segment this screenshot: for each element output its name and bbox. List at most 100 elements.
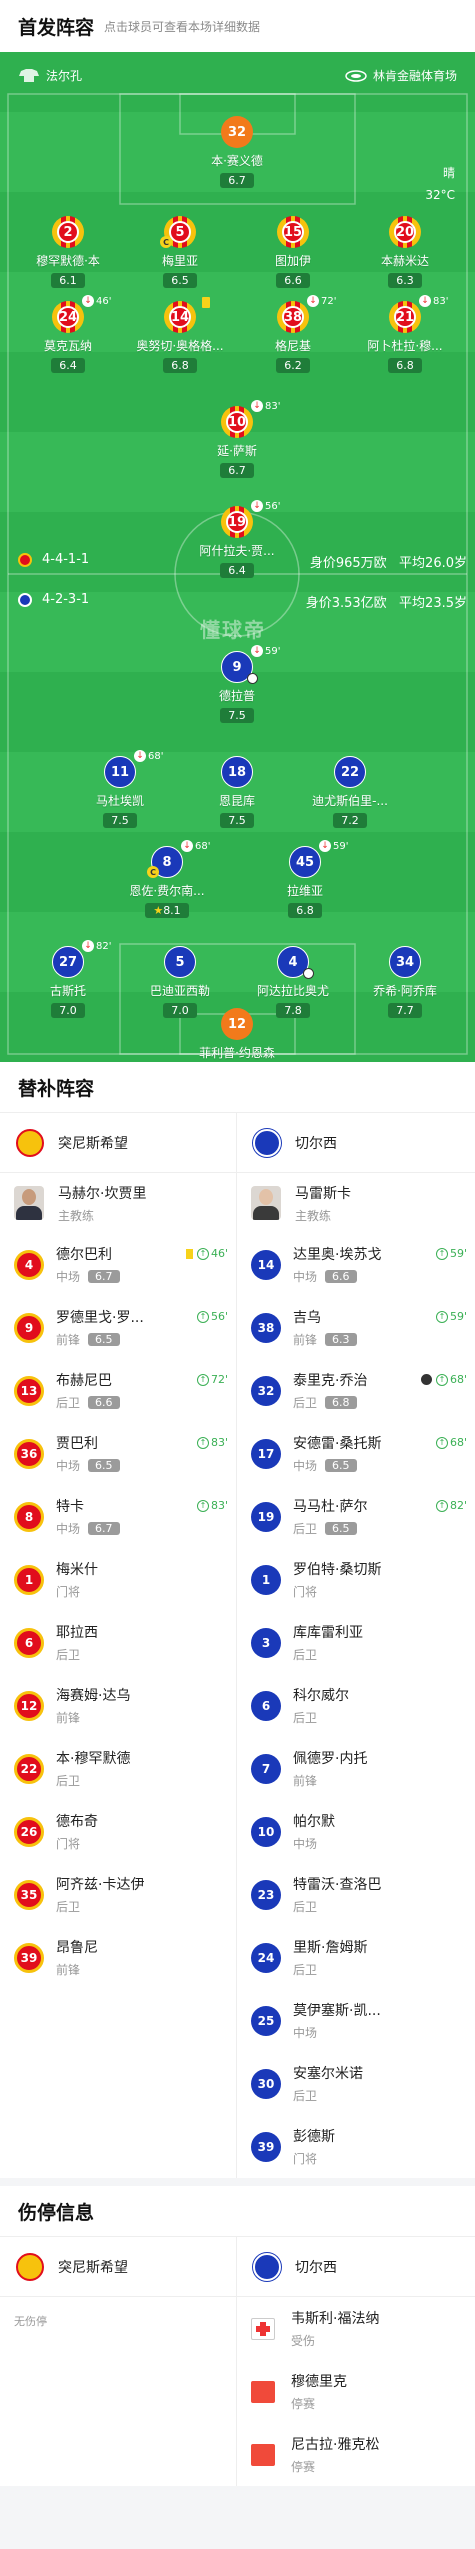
jersey-number-badge: 9: [14, 1312, 44, 1343]
home-substitute-row[interactable]: 36 贾巴利 中场 6.5 ↑ 83': [0, 1422, 236, 1485]
away-substitute-row[interactable]: 32 泰里克·乔治 后卫 6.8 ↑ 68': [237, 1359, 475, 1422]
injury-row[interactable]: 韦斯利·福法纳 受伤: [237, 2297, 475, 2360]
player-name: 达里奥·埃苏戈: [293, 1247, 382, 1263]
jersey-number-badge: 21: [389, 301, 421, 333]
away-substitute-row[interactable]: 3 库库雷利亚 后卫: [237, 1611, 475, 1674]
home-player[interactable]: 38 ↓ 72' 格尼基 6.2: [247, 295, 339, 373]
sub-off-icon: ↓: [307, 295, 319, 307]
home-substitute-row[interactable]: 13 布赫尼巴 后卫 6.6 ↑ 72': [0, 1359, 236, 1422]
home-player[interactable]: 32 本·赛义德 6.7: [191, 116, 283, 188]
jersey-number-badge: 2: [52, 216, 84, 248]
substitution-minute: ↑ 83': [196, 1436, 228, 1449]
away-substitute-row[interactable]: 38 吉乌 前锋 6.3 ↑ 59': [237, 1296, 475, 1359]
home-substitute-row[interactable]: 39 昂鲁尼 前锋: [0, 1926, 236, 1989]
home-team-header[interactable]: 突尼斯希望: [0, 2237, 236, 2297]
home-substitute-row[interactable]: 12 海赛姆·达乌 前锋: [0, 1674, 236, 1737]
sub-on-icon: ↑: [196, 1436, 209, 1449]
player-rating: 6.3: [325, 1333, 357, 1346]
away-player[interactable]: 18 恩昆库 7.5: [191, 756, 283, 828]
player-rating: 7.2: [333, 813, 367, 828]
sub-on-icon: ↑: [196, 1373, 209, 1386]
home-player[interactable]: 5 C 梅里亚 6.5: [134, 216, 226, 288]
home-player[interactable]: 21 ↓ 83' 阿卜杜拉·穆... 6.8: [359, 295, 451, 373]
player-name: 阿卜杜拉·穆...: [367, 339, 443, 353]
injury-row[interactable]: 穆德里克 停赛: [237, 2360, 475, 2423]
away-substitutes: 切尔西 马雷斯卡 主教练 14 达里奥·埃苏戈 中场 6.6 ↑ 59' 38 吉乌 前锋 6.3 ↑…: [237, 1113, 475, 2178]
page-subtitle: 点击球员可查看本场详细数据: [104, 19, 261, 34]
away-player[interactable]: 9 ↓ 59' 德拉普 7.5: [191, 645, 283, 723]
home-substitute-row[interactable]: 6 耶拉西 后卫: [0, 1611, 236, 1674]
player-position: 门将: [56, 1837, 81, 1851]
away-player[interactable]: 12菲利普·约恩森6.6: [191, 1008, 283, 1062]
substitution-marker: ↓ 68': [181, 840, 210, 852]
home-manager[interactable]: 马赫尔·坎贾里 主教练: [0, 1173, 236, 1233]
home-team-header[interactable]: 突尼斯希望: [0, 1113, 236, 1173]
home-crest-icon: [16, 1128, 44, 1157]
away-manager[interactable]: 马雷斯卡 主教练: [237, 1173, 475, 1233]
away-substitute-row[interactable]: 39 彭德斯 门将: [237, 2115, 475, 2178]
home-substitute-row[interactable]: 4 德尔巴利 中场 6.7 ↑ 46': [0, 1233, 236, 1296]
home-substitute-row[interactable]: 1 梅米什 门将: [0, 1548, 236, 1611]
player-name: 贾巴利: [56, 1436, 98, 1452]
away-crest-icon: [253, 1128, 281, 1157]
away-substitute-row[interactable]: 7 佩德罗·内托 前锋: [237, 1737, 475, 1800]
player-rating: 6.8: [325, 1396, 357, 1409]
jersey-number-badge: 11: [104, 756, 136, 788]
jersey-number-badge: 45: [289, 846, 321, 878]
injury-status: 受伤: [291, 2334, 316, 2348]
injuries-title: 伤停信息: [0, 2178, 475, 2236]
substitution-marker: ↓ 56': [251, 500, 280, 512]
sub-off-icon: ↓: [251, 400, 263, 412]
away-substitute-row[interactable]: 17 安德雷·桑托斯 中场 6.5 ↑ 68': [237, 1422, 475, 1485]
home-player[interactable]: 19 ↓ 56' 阿什拉夫·贾... 6.4: [191, 500, 283, 578]
sub-off-icon: ↓: [251, 645, 263, 657]
away-player[interactable]: 22 迪尤斯伯里-... 7.2: [304, 756, 396, 828]
player-position: 后卫: [56, 1900, 81, 1914]
home-substitute-row[interactable]: 8 特卡 中场 6.7 ↑ 83': [0, 1485, 236, 1548]
away-substitute-row[interactable]: 23 特雷沃·查洛巴 后卫: [237, 1863, 475, 1926]
home-player[interactable]: 2 穆罕默德·本 6.1: [22, 216, 114, 288]
home-substitute-row[interactable]: 9 罗德里戈·罗... 前锋 6.5 ↑ 56': [0, 1296, 236, 1359]
away-player[interactable]: 34 乔希·阿乔库 7.7: [359, 946, 451, 1018]
player-position: 中场: [293, 2026, 318, 2040]
manager-avatar: [14, 1186, 44, 1220]
away-player[interactable]: 27 ↓ 82' 古斯托 7.0: [22, 940, 114, 1018]
home-substitute-row[interactable]: 22 本·穆罕默德 后卫: [0, 1737, 236, 1800]
away-substitute-row[interactable]: 25 莫伊塞斯·凯... 中场: [237, 1989, 475, 2052]
home-player[interactable]: 14 奥努切·奥格格... 6.8: [134, 297, 226, 373]
jersey-number-badge: 26: [14, 1816, 44, 1847]
home-substitute-row[interactable]: 35 阿齐兹·卡达伊 后卫: [0, 1863, 236, 1926]
player-rating: 7.5: [103, 813, 137, 828]
home-player[interactable]: 20 本赫米达 6.3: [359, 216, 451, 288]
away-substitute-row[interactable]: 1 罗伯特·桑切斯 门将: [237, 1548, 475, 1611]
away-substitute-row[interactable]: 24 里斯·詹姆斯 后卫: [237, 1926, 475, 1989]
away-substitute-row[interactable]: 30 安塞尔米诺 后卫: [237, 2052, 475, 2115]
away-player[interactable]: 8 ↓ 68' C 恩佐·费尔南... ★8.1: [121, 840, 213, 918]
substitution-minute: ↑ 72': [196, 1373, 228, 1386]
substitution-marker: ↓ 59': [319, 840, 348, 852]
player-name: 尼古拉·雅克松: [291, 2437, 380, 2453]
away-player[interactable]: 11 ↓ 68' 马杜埃凯 7.5: [74, 750, 166, 828]
away-substitute-row[interactable]: 6 科尔威尔 后卫: [237, 1674, 475, 1737]
player-name: 奥努切·奥格格...: [136, 339, 224, 353]
away-substitute-row[interactable]: 19 马马杜·萨尔 后卫 6.5 ↑ 82': [237, 1485, 475, 1548]
away-team-header[interactable]: 切尔西: [237, 2237, 475, 2297]
home-substitute-row[interactable]: 26 德布奇 门将: [0, 1800, 236, 1863]
home-player[interactable]: 24 ↓ 46' 莫克瓦纳 6.4: [22, 295, 114, 373]
home-player[interactable]: 10 ↓ 83' 延·萨斯 6.7: [191, 400, 283, 478]
home-player[interactable]: 15 图加伊 6.6: [247, 216, 339, 288]
jersey-number-badge: 3: [251, 1627, 281, 1658]
pitch: 法尔孔 林肯金融体育场 晴 32°C 32 本·赛义德 6.7 2 穆罕默德·本 6.1 5…: [0, 52, 475, 1062]
player-position: 门将: [293, 1585, 318, 1599]
jersey-number-badge: 36: [14, 1438, 44, 1469]
injury-row[interactable]: 尼古拉·雅克松 停赛: [237, 2423, 475, 2486]
player-rating: 6.8: [388, 358, 422, 373]
player-name: 德拉普: [218, 689, 255, 703]
away-substitute-row[interactable]: 14 达里奥·埃苏戈 中场 6.6 ↑ 59': [237, 1233, 475, 1296]
away-team-header[interactable]: 切尔西: [237, 1113, 475, 1173]
star-icon: ★: [153, 904, 164, 917]
away-player[interactable]: 45 ↓ 59' 拉维亚 6.8: [259, 840, 351, 918]
sub-on-icon: ↑: [196, 1247, 209, 1260]
substitution-minute: ↑ 68': [435, 1436, 467, 1449]
away-substitute-row[interactable]: 10 帕尔默 中场: [237, 1800, 475, 1863]
